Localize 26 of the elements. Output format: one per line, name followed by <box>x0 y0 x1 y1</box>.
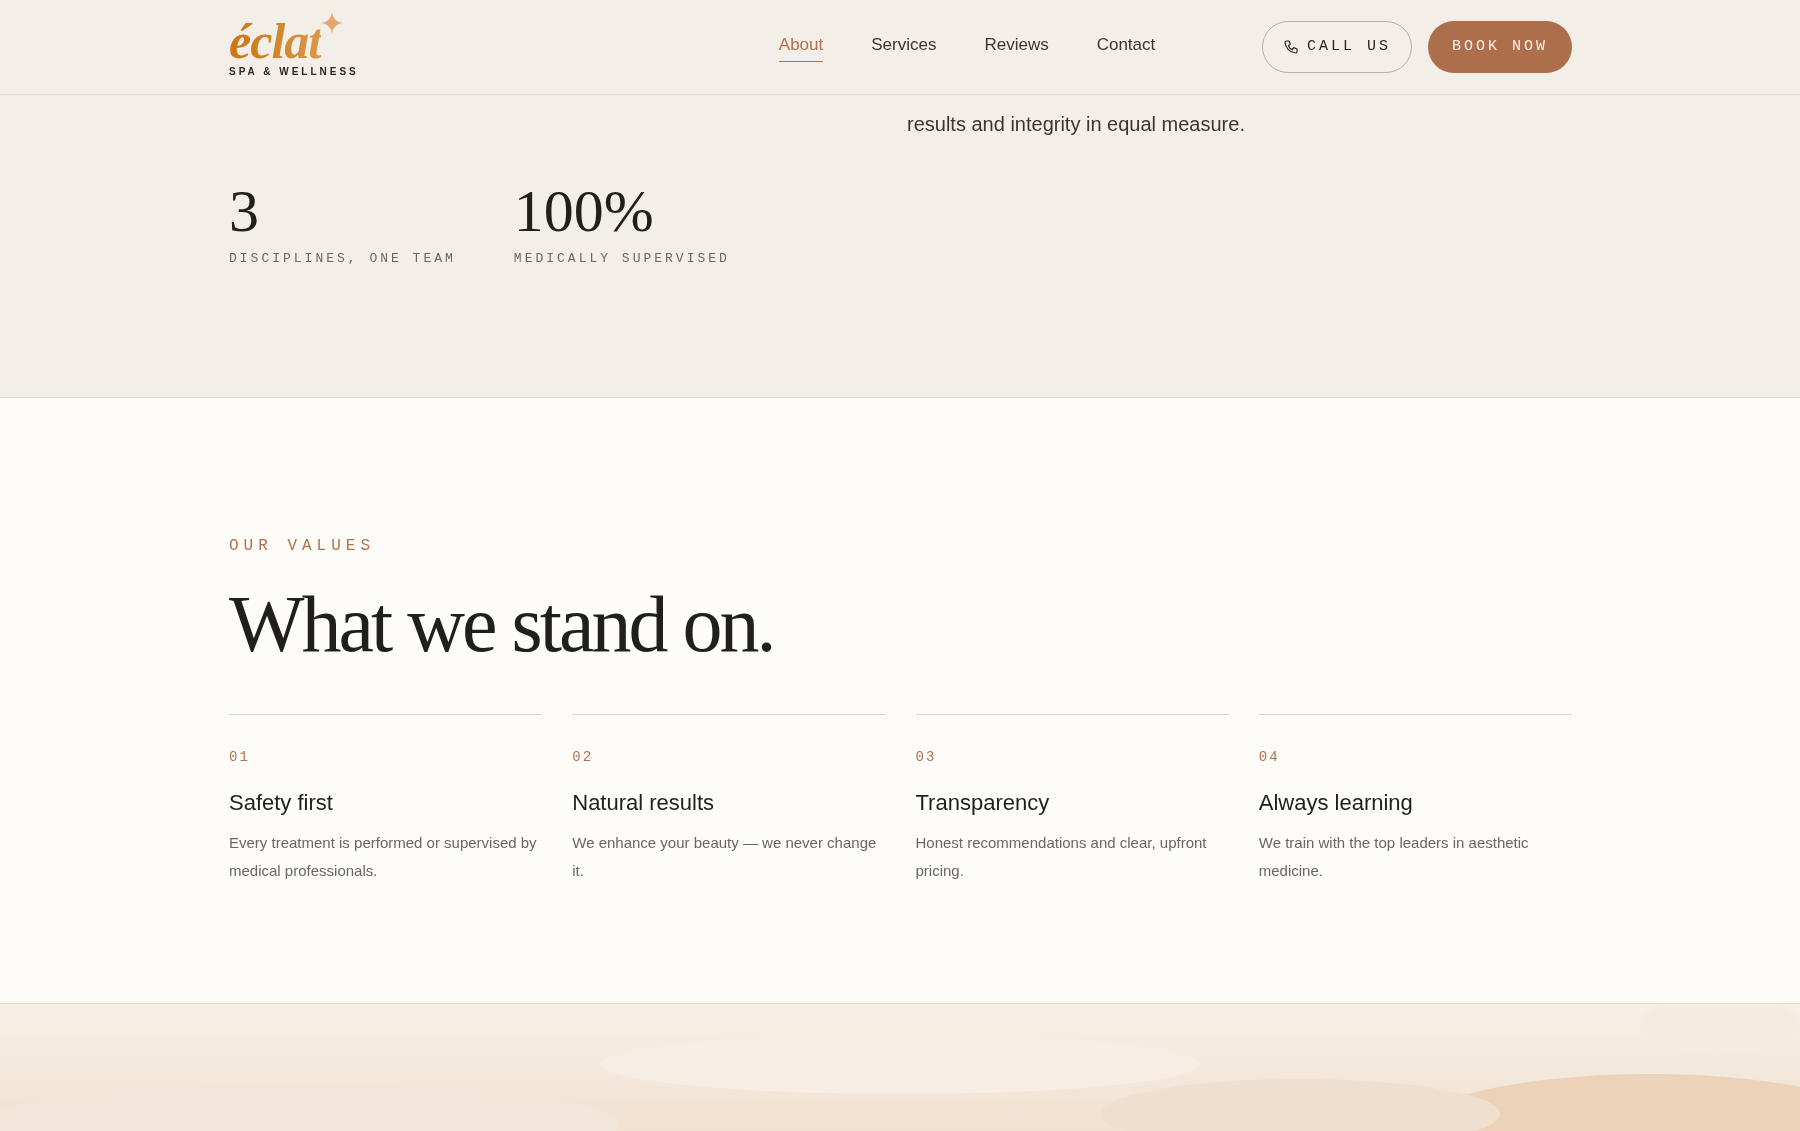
book-button[interactable]: BOOK NOW <box>1428 21 1572 73</box>
value-description: We enhance your beauty — we never change it. <box>572 833 878 881</box>
value-description: Honest recommendations and clear, upfront pricing. <box>915 833 1208 881</box>
nav-link[interactable]: Reviews <box>984 31 1049 63</box>
value-description: We train with the top leaders in aesthetic medicine. <box>1258 833 1530 881</box>
stat-label: MEDICALLY SUPERVISED <box>513 250 730 268</box>
value-title: Transparency <box>915 789 1051 817</box>
logo-tagline: SPA & WELLNESS <box>229 64 359 79</box>
paragraph-text: results and integrity in equal measure. <box>907 112 1246 137</box>
section-eyebrow: OUR VALUES <box>229 536 376 557</box>
value-title: Always learning <box>1258 789 1414 817</box>
value-title: Natural results <box>572 789 716 817</box>
value-number: 03 <box>915 748 938 767</box>
value-number: 02 <box>572 748 595 767</box>
value-number: 01 <box>229 748 251 767</box>
nav-link[interactable]: Services <box>871 31 937 63</box>
stat-label: DISCIPLINES, ONE TEAM <box>229 250 456 268</box>
stat-value: 3 <box>229 181 260 241</box>
value-description: Every treatment is performed or supervised by medical professionals. <box>229 833 538 881</box>
section-heading: What we stand on. <box>229 584 775 664</box>
value-title: Safety first <box>229 789 334 817</box>
phone-icon <box>1282 39 1299 55</box>
sparkle-icon <box>321 11 344 34</box>
stat-value: 100% <box>513 181 655 241</box>
nav-link[interactable]: Contact <box>1096 31 1156 63</box>
value-number: 04 <box>1258 748 1281 767</box>
